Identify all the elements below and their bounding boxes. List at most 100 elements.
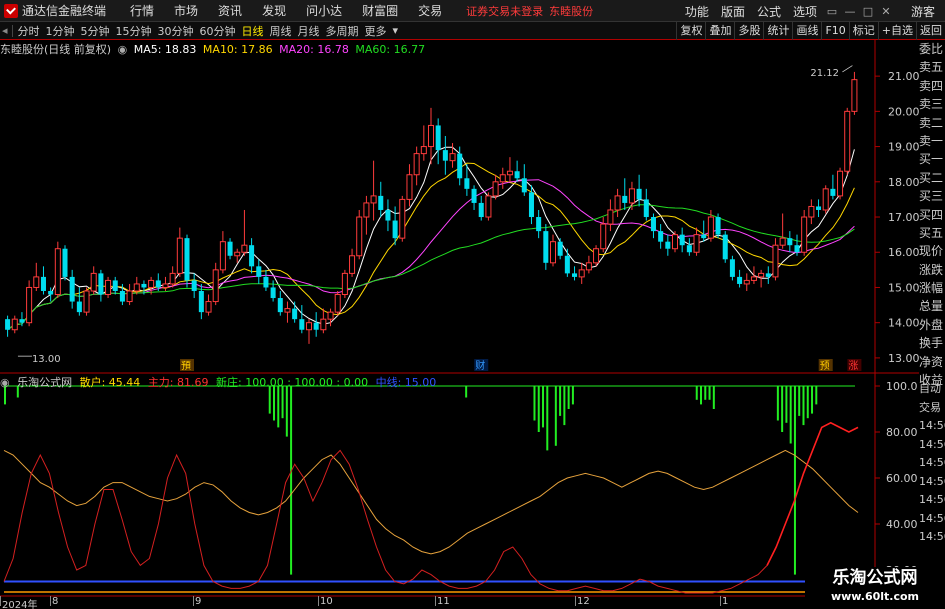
side-label[interactable]: 现价 — [919, 242, 945, 260]
menu-trade[interactable]: 交易 — [408, 2, 452, 19]
kline-chart-svg[interactable]: 21.00 20.00 19.00 18.00 17.00 16.00 15.00 14.00… — [0, 40, 945, 609]
new-dealer-bar — [567, 386, 570, 409]
menu-wealth[interactable]: 财富圈 — [352, 2, 408, 19]
side-label[interactable]: 卖三 — [919, 95, 945, 113]
side-label[interactable]: 卖一 — [919, 132, 945, 150]
watermark: 乐淘公式网 www.60lt.com — [805, 567, 945, 609]
tab-5min[interactable]: 5分钟 — [78, 23, 113, 39]
side-label-lower[interactable]: 交易 — [919, 399, 945, 418]
price-tick-label: 16.00 — [888, 246, 920, 259]
tab-daily[interactable]: 日线 — [239, 23, 267, 39]
tab-60min[interactable]: 60分钟 — [197, 23, 239, 39]
tab-timeshare[interactable]: 分时 — [15, 23, 43, 39]
tab-30min[interactable]: 30分钟 — [155, 23, 197, 39]
tab-1min[interactable]: 1分钟 — [43, 23, 78, 39]
button-adjust[interactable]: 复权 — [676, 22, 705, 40]
price-tick-label: 20.00 — [888, 105, 920, 118]
button-overlay[interactable]: 叠加 — [705, 22, 734, 40]
candle-body-down — [658, 231, 664, 242]
guest-user[interactable]: 游客 — [903, 3, 945, 20]
side-label[interactable]: 买二 — [919, 169, 945, 187]
side-label[interactable]: 买一 — [919, 150, 945, 168]
candle-body-down — [184, 238, 190, 281]
button-add-watchlist[interactable]: +自选 — [877, 22, 916, 40]
new-dealer-bar — [571, 386, 574, 405]
menu-quotes[interactable]: 行情 — [120, 2, 164, 19]
candle-body-down — [69, 276, 75, 302]
new-dealer-bar — [776, 386, 779, 421]
candle-body-up — [205, 301, 212, 313]
new-dealer-bar — [695, 386, 698, 400]
sub-tick-label: 40.00 — [886, 518, 918, 531]
button-mark[interactable]: 标记 — [848, 22, 878, 40]
side-label[interactable]: 委比 — [919, 40, 945, 58]
button-draw[interactable]: 画线 — [792, 22, 821, 40]
settings-icon[interactable]: ◉ — [118, 43, 128, 56]
high-pointer — [842, 65, 853, 73]
tab-multi-period[interactable]: 多周期 — [323, 23, 362, 39]
minimize-icon[interactable]: — — [841, 0, 859, 22]
side-label[interactable]: 卖四 — [919, 77, 945, 95]
side-label-lower[interactable]: 14:56 — [919, 491, 945, 510]
close-icon[interactable]: ✕ — [877, 0, 895, 22]
menu-news[interactable]: 资讯 — [208, 2, 252, 19]
candle-body-down — [737, 276, 743, 284]
side-label-lower[interactable]: 14:56 — [919, 528, 945, 547]
date-tick: 1 — [722, 596, 729, 607]
maximize-icon[interactable]: □ — [859, 0, 877, 22]
candle-body-up — [234, 251, 241, 257]
side-label-lower[interactable]: 14:56 — [919, 473, 945, 492]
side-label[interactable]: 涨跌 — [919, 261, 945, 279]
button-multi-stock[interactable]: 多股 — [734, 22, 763, 40]
candle-body-down — [385, 209, 391, 221]
side-label-lower[interactable]: 14:56 — [919, 417, 945, 436]
candle-body-up — [844, 110, 851, 172]
monitor-icon[interactable]: ▭ — [823, 0, 841, 22]
side-label[interactable]: 买三 — [919, 187, 945, 205]
login-notice[interactable]: 证券交易未登录 — [466, 3, 543, 19]
button-back[interactable]: 返回 — [916, 22, 945, 40]
sub-settings-icon[interactable]: ◉ — [0, 376, 10, 389]
side-label[interactable]: 买四 — [919, 206, 945, 224]
candle-body-down — [679, 234, 685, 246]
retail-curve — [3, 449, 859, 555]
side-label[interactable]: 总量 — [919, 297, 945, 315]
side-label[interactable]: 卖五 — [919, 58, 945, 76]
quote-side-panel-lower[interactable]: 自动交易14:5614:5614:5614:5614:5614:5614:56 — [919, 380, 945, 550]
menu-options[interactable]: 选项 — [787, 3, 823, 20]
side-label[interactable]: 卖二 — [919, 114, 945, 132]
side-label[interactable]: 换手 — [919, 334, 945, 352]
tab-weekly[interactable]: 周线 — [267, 23, 295, 39]
button-stats[interactable]: 统计 — [763, 22, 792, 40]
menu-function[interactable]: 功能 — [679, 3, 715, 20]
menu-market[interactable]: 市场 — [164, 2, 208, 19]
side-label-lower[interactable]: 14:56 — [919, 436, 945, 455]
tab-monthly[interactable]: 月线 — [295, 23, 323, 39]
candle-body-down — [514, 171, 520, 179]
candle-body-up — [614, 195, 621, 211]
quote-side-panel[interactable]: 委比 卖五 卖四 卖三 卖二 卖一 买一 买二 买三 买四 买五 现价 涨跌 涨幅 总量 外盘 换手 净资 收益 — [919, 40, 945, 387]
more-dropdown-icon[interactable]: ▾ — [390, 24, 402, 37]
side-label[interactable]: 外盘 — [919, 316, 945, 334]
toolbar-left-arrow-icon[interactable]: ◂ — [0, 24, 10, 37]
side-label[interactable]: 涨幅 — [919, 279, 945, 297]
button-f10[interactable]: F10 — [821, 22, 848, 40]
candle-body-up — [801, 216, 808, 253]
menu-discover[interactable]: 发现 — [252, 2, 296, 19]
toolbar-right: 复权 叠加 多股 统计 画线 F10 标记 +自选 返回 — [676, 22, 945, 40]
side-label-lower[interactable]: 14:56 — [919, 510, 945, 529]
menu-ask[interactable]: 问小达 — [296, 2, 352, 19]
candle-body-up — [628, 188, 635, 204]
candle-body-up — [585, 262, 592, 271]
side-label[interactable]: 买五 — [919, 224, 945, 242]
candle-body-down — [701, 234, 707, 239]
tab-15min[interactable]: 15分钟 — [113, 23, 155, 39]
menu-layout[interactable]: 版面 — [715, 3, 751, 20]
candle-body-up — [33, 276, 40, 288]
menu-formula[interactable]: 公式 — [751, 3, 787, 20]
tab-more[interactable]: 更多 — [362, 23, 390, 39]
side-label-lower[interactable]: 14:56 — [919, 454, 945, 473]
chart-area[interactable]: 21.00 20.00 19.00 18.00 17.00 16.00 15.00 14.00… — [0, 40, 945, 609]
side-label[interactable]: 净资 — [919, 353, 945, 371]
side-label-lower[interactable]: 自动 — [919, 380, 945, 399]
